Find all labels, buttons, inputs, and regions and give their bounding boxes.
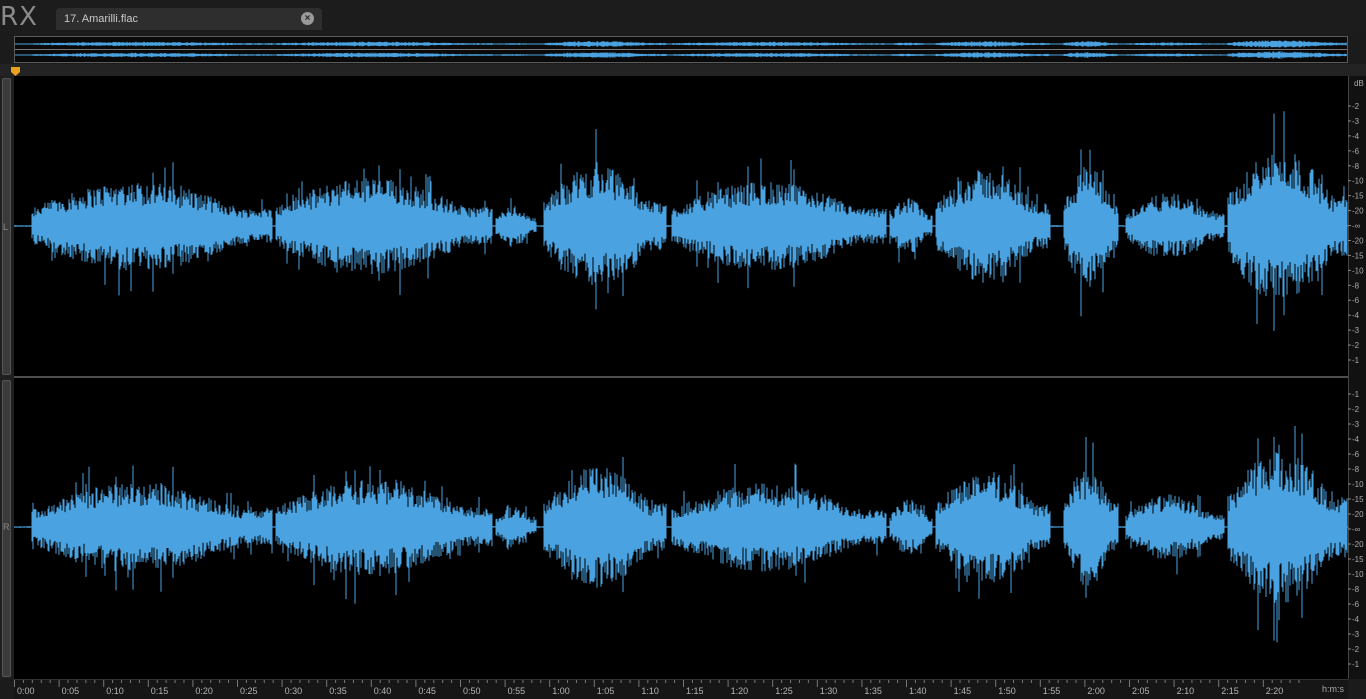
time-label: 0:30 bbox=[285, 686, 303, 696]
file-tab[interactable]: 17. Amarilli.flac × bbox=[56, 8, 322, 30]
db-left-label: -20 bbox=[1352, 207, 1364, 216]
db-left-label: -3 bbox=[1352, 326, 1360, 335]
db-right-label: -20 bbox=[1352, 540, 1364, 549]
time-label: 0:20 bbox=[195, 686, 213, 696]
time-label: 2:10 bbox=[1177, 686, 1195, 696]
db-right-label: -1 bbox=[1352, 660, 1360, 669]
db-right-label: -20 bbox=[1352, 510, 1364, 519]
db-left-label: -6 bbox=[1352, 147, 1360, 156]
time-label: 1:40 bbox=[909, 686, 927, 696]
time-label: 1:35 bbox=[864, 686, 882, 696]
db-left-label: -20 bbox=[1352, 236, 1364, 245]
db-right-label: -3 bbox=[1352, 630, 1360, 639]
time-label: 1:05 bbox=[597, 686, 615, 696]
time-label: 0:35 bbox=[329, 686, 347, 696]
overview-waveform-graphic bbox=[15, 40, 1347, 59]
time-label: 1:15 bbox=[686, 686, 704, 696]
db-right-label: -6 bbox=[1352, 600, 1360, 609]
db-right-label: -10 bbox=[1352, 570, 1364, 579]
time-ruler[interactable]: 0:00 0:05 0:10 0:15 0:20 0:25 0:30 0:35 0:40 0:45… bbox=[14, 679, 1348, 699]
time-ruler-graphic: 0:00 0:05 0:10 0:15 0:20 0:25 0:30 0:35 0:40 0:45… bbox=[14, 680, 1300, 696]
time-label: 1:50 bbox=[998, 686, 1016, 696]
time-label: 1:25 bbox=[775, 686, 793, 696]
db-right-label: -6 bbox=[1352, 450, 1360, 459]
waveform-channel-right bbox=[14, 426, 1348, 643]
waveform-display[interactable] bbox=[14, 76, 1348, 679]
db-scale-graphic: dB -2 -3 -4 -6 -8 -10 -15 -20 -∞ -20 -15 -10 -8 -6 -4 -3… bbox=[1348, 76, 1364, 679]
playhead-bar[interactable] bbox=[0, 64, 1366, 76]
time-label: 0:40 bbox=[374, 686, 392, 696]
db-right-label: -2 bbox=[1352, 645, 1360, 654]
db-left-label: -2 bbox=[1352, 102, 1360, 111]
db-left-label: -15 bbox=[1352, 192, 1364, 201]
time-label: 1:00 bbox=[552, 686, 570, 696]
db-right-label: -15 bbox=[1352, 555, 1364, 564]
db-unit-label: dB bbox=[1354, 79, 1364, 88]
time-label: 0:50 bbox=[463, 686, 481, 696]
db-left-label: -2 bbox=[1352, 341, 1360, 350]
db-right-label: -8 bbox=[1352, 465, 1360, 474]
time-label: 1:55 bbox=[1043, 686, 1061, 696]
time-label: 2:05 bbox=[1132, 686, 1150, 696]
time-label: 0:10 bbox=[106, 686, 124, 696]
title-bar: RX 17. Amarilli.flac × bbox=[0, 0, 1366, 34]
db-right-label: -4 bbox=[1352, 615, 1360, 624]
time-label: 2:15 bbox=[1221, 686, 1239, 696]
db-left-label: -4 bbox=[1352, 311, 1360, 320]
db-right-label: -∞ bbox=[1352, 525, 1361, 534]
time-label: 0:15 bbox=[151, 686, 169, 696]
file-tab-label: 17. Amarilli.flac bbox=[64, 13, 138, 25]
db-right-label: -15 bbox=[1352, 495, 1364, 504]
time-label: 2:20 bbox=[1266, 686, 1284, 696]
db-right-label: -4 bbox=[1352, 435, 1360, 444]
app-logo: RX bbox=[0, 2, 38, 32]
time-label: 1:45 bbox=[954, 686, 972, 696]
time-label: 1:30 bbox=[820, 686, 838, 696]
db-scale: dB -2 -3 -4 -6 -8 -10 -15 -20 -∞ -20 -15 -10 -8 -6 -4 -3… bbox=[1348, 76, 1366, 679]
time-label: 0:55 bbox=[508, 686, 526, 696]
db-left-label: -10 bbox=[1352, 177, 1364, 186]
db-left-label: -∞ bbox=[1352, 222, 1361, 231]
db-right-label: -1 bbox=[1352, 390, 1360, 399]
time-unit-label: h:m:s bbox=[1322, 684, 1345, 694]
db-left-label: -10 bbox=[1352, 266, 1364, 275]
db-left-label: -6 bbox=[1352, 296, 1360, 305]
time-label: 1:20 bbox=[731, 686, 749, 696]
db-left-label: -1 bbox=[1352, 356, 1360, 365]
time-label: 1:10 bbox=[641, 686, 659, 696]
db-left-label: -3 bbox=[1352, 117, 1360, 126]
db-right-label: -10 bbox=[1352, 480, 1364, 489]
db-left-label: -15 bbox=[1352, 251, 1364, 260]
waveform-graphic bbox=[14, 111, 1348, 643]
time-label: 0:05 bbox=[62, 686, 80, 696]
time-label: 0:45 bbox=[418, 686, 436, 696]
time-label: 2:00 bbox=[1087, 686, 1105, 696]
db-left-label: -8 bbox=[1352, 281, 1360, 290]
channel-left-label: L bbox=[3, 222, 9, 232]
db-right-label: -8 bbox=[1352, 585, 1360, 594]
time-label: 0:00 bbox=[17, 686, 35, 696]
time-label: 0:25 bbox=[240, 686, 258, 696]
channel-strip: L R bbox=[0, 76, 14, 679]
db-right-label: -3 bbox=[1352, 420, 1360, 429]
channel-right-label: R bbox=[3, 522, 10, 532]
waveform-overview[interactable] bbox=[14, 36, 1348, 63]
db-left-label: -8 bbox=[1352, 162, 1360, 171]
close-icon[interactable]: × bbox=[301, 12, 314, 25]
db-right-label: -2 bbox=[1352, 405, 1360, 414]
waveform-channel-left bbox=[14, 111, 1348, 331]
db-left-label: -4 bbox=[1352, 132, 1360, 141]
